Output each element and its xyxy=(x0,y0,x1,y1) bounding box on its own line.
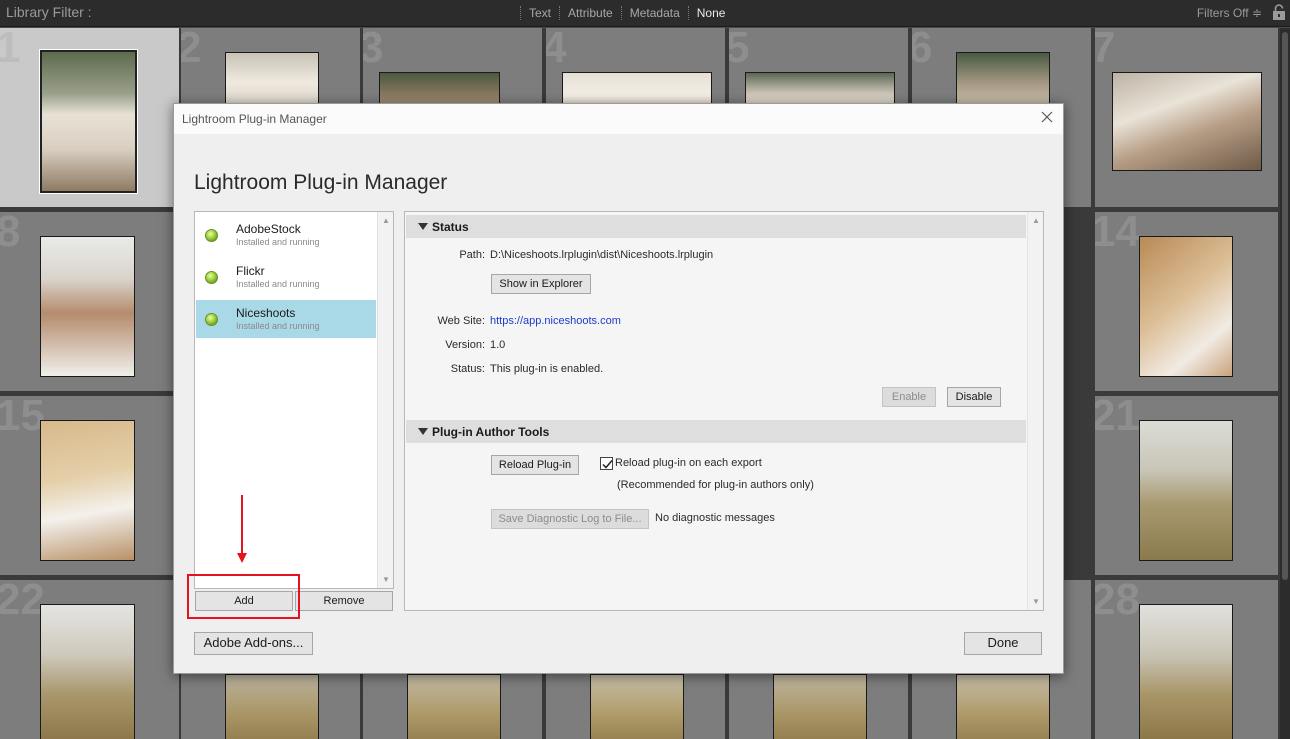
photo-thumbnail[interactable] xyxy=(1139,604,1233,739)
close-icon[interactable] xyxy=(1039,109,1055,125)
cell-number: 7 xyxy=(1095,28,1115,70)
plugin-item-adobestock[interactable]: AdobeStock Installed and running xyxy=(196,216,376,254)
photo-thumbnail[interactable] xyxy=(407,674,501,739)
photo-thumbnail[interactable] xyxy=(1139,236,1233,377)
status-section-title: Status xyxy=(432,220,469,234)
scroll-down-icon[interactable]: ▼ xyxy=(1032,597,1040,606)
detail-pane-scrollbar[interactable]: ▲ ▼ xyxy=(1027,212,1043,610)
reload-on-export-label[interactable]: Reload plug-in on each export xyxy=(615,457,762,469)
path-value: D:\Niceshoots.lrplugin\dist\Niceshoots.l… xyxy=(490,249,714,261)
photo-thumbnail[interactable] xyxy=(225,674,319,739)
done-button[interactable]: Done xyxy=(964,632,1042,655)
collapse-triangle-icon[interactable] xyxy=(418,223,428,230)
filter-tabs: Text Attribute Metadata None xyxy=(520,6,733,20)
filters-off-dropdown[interactable]: Filters Off ≑ xyxy=(1197,6,1262,20)
plugin-status: Installed and running xyxy=(236,237,320,247)
cell-number: 14 xyxy=(1095,212,1140,256)
author-tools-section-title: Plug-in Author Tools xyxy=(432,425,550,439)
cell-number: 8 xyxy=(0,212,20,254)
plugin-item-niceshoots[interactable]: Niceshoots Installed and running xyxy=(196,300,376,338)
photo-thumbnail[interactable] xyxy=(1112,72,1262,171)
status-label: Status: xyxy=(450,363,485,375)
save-diagnostic-log-button[interactable]: Save Diagnostic Log to File... xyxy=(491,509,649,529)
cell-number: 1 xyxy=(0,28,20,70)
recommended-note: (Recommended for plug-in authors only) xyxy=(617,479,814,491)
photo-thumbnail[interactable] xyxy=(1139,420,1233,561)
photo-thumbnail[interactable] xyxy=(773,674,867,739)
photo-thumbnail[interactable] xyxy=(40,420,135,561)
plugin-status: Installed and running xyxy=(236,321,320,331)
reload-plugin-button[interactable]: Reload Plug-in xyxy=(491,455,579,475)
plugin-detail-pane: Status Path: D:\Niceshoots.lrplugin\dist… xyxy=(404,211,1044,611)
status-value: This plug-in is enabled. xyxy=(490,363,604,375)
plugin-item-flickr[interactable]: Flickr Installed and running xyxy=(196,258,376,296)
show-in-explorer-button[interactable]: Show in Explorer xyxy=(491,274,591,294)
plugin-list-scrollbar[interactable]: ▲ ▼ xyxy=(377,212,393,588)
status-section-header[interactable]: Status xyxy=(406,215,1026,238)
photo-thumbnail[interactable] xyxy=(590,674,684,739)
plugin-name: Flickr xyxy=(236,264,265,278)
grid-cell[interactable]: 28 xyxy=(1095,580,1280,739)
plugin-list: AdobeStock Installed and running Flickr … xyxy=(194,211,394,589)
cell-number: 4 xyxy=(546,28,566,70)
filter-tab-metadata[interactable]: Metadata xyxy=(620,6,688,20)
grid-cell[interactable]: 15 xyxy=(0,396,181,577)
checkmark-icon xyxy=(602,460,613,469)
scroll-up-icon[interactable]: ▲ xyxy=(382,216,390,225)
cell-number: 5 xyxy=(729,28,749,70)
status-led-icon xyxy=(205,229,218,242)
filter-tab-attribute[interactable]: Attribute xyxy=(559,6,621,20)
filter-tab-text[interactable]: Text xyxy=(520,6,559,20)
disable-button[interactable]: Disable xyxy=(947,387,1001,407)
scroll-down-icon[interactable]: ▼ xyxy=(382,575,390,584)
grid-cell[interactable]: 22 xyxy=(0,580,181,739)
annotation-arrow-head xyxy=(237,553,247,563)
cell-number: 6 xyxy=(912,28,932,70)
remove-button[interactable]: Remove xyxy=(295,591,393,611)
grid-cell[interactable]: 21 xyxy=(1095,396,1280,577)
path-label: Path: xyxy=(459,249,485,261)
photo-thumbnail[interactable] xyxy=(40,604,135,739)
dialog-titlebar: Lightroom Plug-in Manager xyxy=(174,104,1063,134)
grid-cell[interactable]: 14 xyxy=(1095,212,1280,393)
cell-number: 28 xyxy=(1095,580,1140,624)
plugin-name: AdobeStock xyxy=(236,222,301,236)
version-value: 1.0 xyxy=(490,339,506,351)
diagnostic-message: No diagnostic messages xyxy=(655,512,775,524)
photo-thumbnail[interactable] xyxy=(39,49,138,194)
status-led-icon xyxy=(205,313,218,326)
grid-cell[interactable]: 1 xyxy=(0,28,181,209)
adobe-add-ons-button[interactable]: Adobe Add-ons... xyxy=(194,632,313,655)
grid-scrollbar[interactable] xyxy=(1280,28,1290,739)
dialog-window-title: Lightroom Plug-in Manager xyxy=(182,112,327,126)
version-label: Version: xyxy=(445,339,485,351)
website-link[interactable]: https://app.niceshoots.com xyxy=(490,315,621,327)
collapse-triangle-icon[interactable] xyxy=(418,428,428,435)
lock-icon[interactable] xyxy=(1272,4,1286,21)
plugin-manager-dialog: Lightroom Plug-in Manager Lightroom Plug… xyxy=(173,103,1064,674)
photo-thumbnail[interactable] xyxy=(40,236,135,377)
cell-number: 22 xyxy=(0,580,45,624)
cell-number: 21 xyxy=(1095,396,1140,440)
cell-number: 2 xyxy=(181,28,201,70)
annotation-arrow xyxy=(241,495,243,555)
annotation-highlight-box xyxy=(187,574,300,619)
grid-cell[interactable]: 7 xyxy=(1095,28,1280,209)
library-filter-bar: Library Filter : Text Attribute Metadata… xyxy=(0,0,1290,27)
library-filter-title: Library Filter : xyxy=(6,4,92,20)
scroll-up-icon[interactable]: ▲ xyxy=(1032,216,1040,225)
cell-number: 3 xyxy=(363,28,383,70)
reload-on-export-checkbox[interactable] xyxy=(600,457,613,470)
plugin-name: Niceshoots xyxy=(236,306,296,320)
status-led-icon xyxy=(205,271,218,284)
photo-thumbnail[interactable] xyxy=(956,674,1050,739)
dialog-heading: Lightroom Plug-in Manager xyxy=(194,171,448,194)
plugin-status: Installed and running xyxy=(236,279,320,289)
filter-tab-none[interactable]: None xyxy=(687,6,734,20)
grid-cell[interactable]: 8 xyxy=(0,212,181,393)
author-tools-section-header[interactable]: Plug-in Author Tools xyxy=(406,420,1026,443)
cell-number: 15 xyxy=(0,396,45,440)
website-label: Web Site: xyxy=(437,315,486,327)
enable-button[interactable]: Enable xyxy=(882,387,936,407)
